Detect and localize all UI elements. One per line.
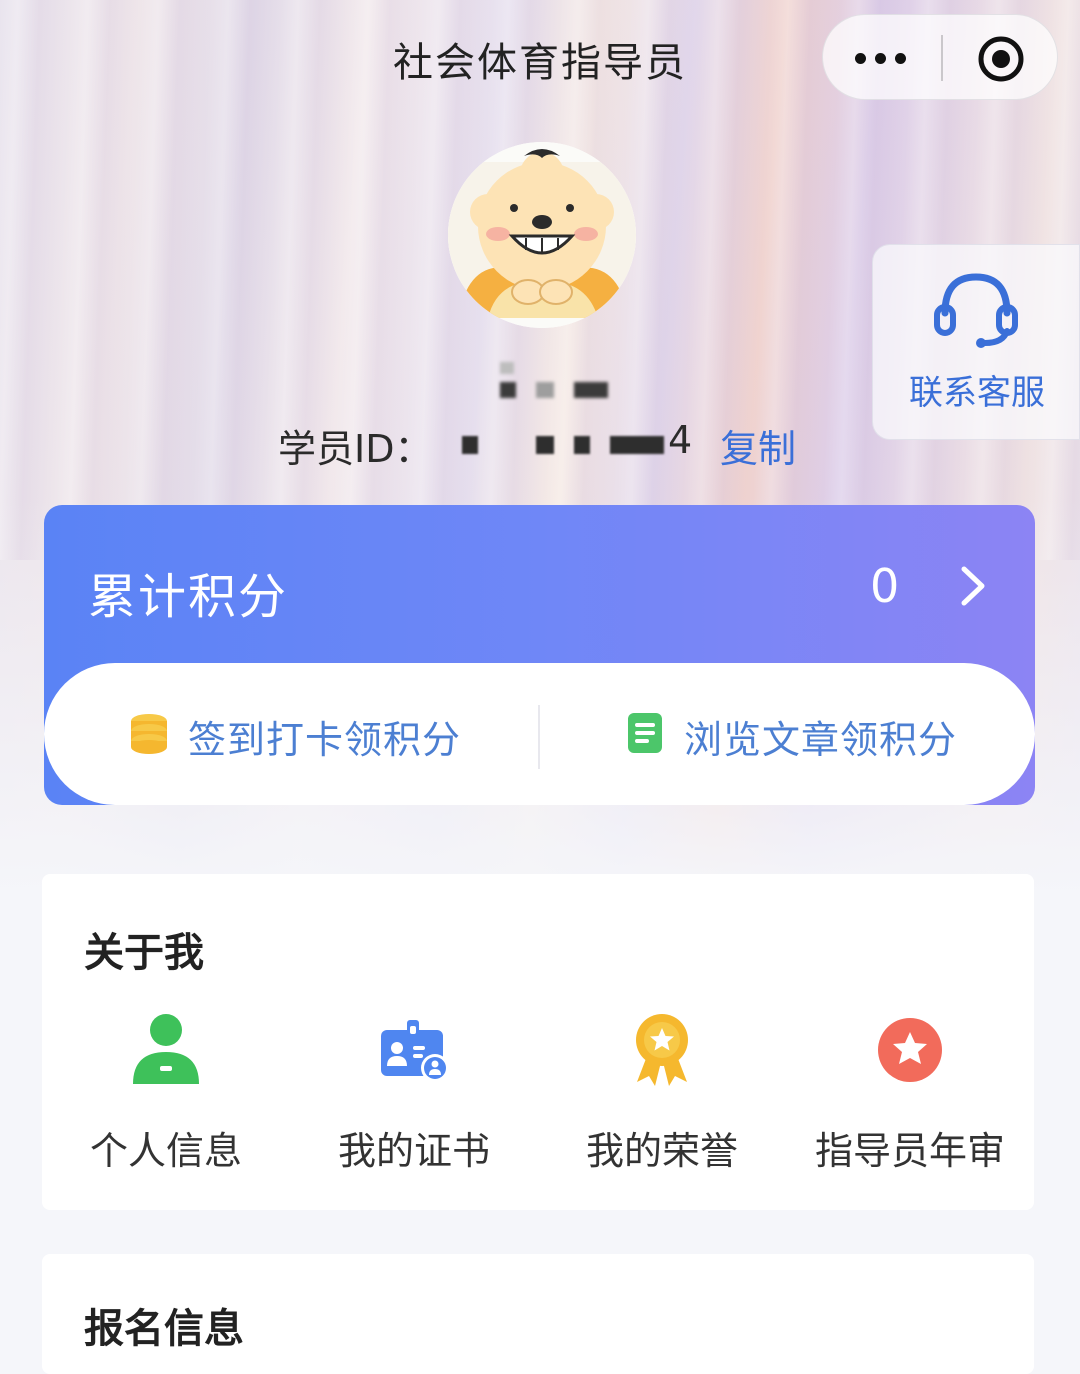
points-actions: 签到打卡领积分 浏览文章领积分 bbox=[44, 663, 1035, 805]
points-label: 累计积分 bbox=[88, 569, 289, 625]
checkin-points-button[interactable]: 签到打卡领积分 bbox=[128, 703, 468, 763]
annual-review-item[interactable]: 指导员年审 bbox=[786, 1012, 1034, 1173]
student-id-visible-digit: 4 bbox=[668, 418, 693, 462]
points-value[interactable]: 0 bbox=[870, 559, 899, 613]
customer-service-label: 联系客服 bbox=[909, 373, 1045, 413]
username-masked bbox=[500, 360, 620, 400]
medal-icon bbox=[636, 1014, 688, 1086]
person-icon bbox=[133, 1014, 199, 1084]
student-id-line: 学员ID： 4 复制 bbox=[278, 418, 818, 471]
personal-info-label: 个人信息 bbox=[89, 1129, 242, 1173]
capsule-divider bbox=[941, 35, 943, 81]
copy-button[interactable]: 复制 bbox=[720, 418, 796, 473]
about-me-card: 关于我 个人信息 我的证书 我的荣誉 指导员年审 bbox=[42, 874, 1034, 1210]
avatar[interactable] bbox=[448, 142, 636, 328]
student-id-masked-3 bbox=[574, 436, 590, 454]
my-honors-label: 我的荣誉 bbox=[585, 1129, 738, 1173]
signup-info-heading: 报名信息 bbox=[84, 1306, 244, 1352]
student-id-masked bbox=[462, 436, 478, 454]
points-card: 累计积分 0 签到打卡领积分 浏览文章领积分 bbox=[44, 505, 1035, 805]
student-id-masked-2 bbox=[536, 436, 554, 454]
article-points-label: 浏览文章领积分 bbox=[684, 718, 958, 762]
target-circle-icon[interactable] bbox=[977, 35, 1025, 83]
actions-divider bbox=[538, 705, 540, 769]
my-honors-item[interactable]: 我的荣誉 bbox=[538, 1012, 786, 1173]
student-id-label: 学员ID： bbox=[278, 427, 433, 471]
annual-review-label: 指导员年审 bbox=[814, 1129, 1005, 1173]
headset-icon bbox=[934, 273, 1018, 348]
my-certificate-item[interactable]: 我的证书 bbox=[290, 1012, 538, 1173]
customer-service-button[interactable]: 联系客服 bbox=[872, 244, 1080, 440]
chevron-right-icon[interactable] bbox=[954, 563, 990, 609]
coin-stack-icon bbox=[131, 714, 167, 754]
checkin-points-label: 签到打卡领积分 bbox=[188, 718, 462, 762]
star-badge-icon bbox=[878, 1018, 942, 1082]
signup-info-card: 报名信息 bbox=[42, 1254, 1034, 1374]
personal-info-item[interactable]: 个人信息 bbox=[42, 1012, 290, 1173]
more-dots-icon[interactable] bbox=[853, 37, 913, 77]
mini-program-capsule bbox=[822, 14, 1058, 100]
about-me-heading: 关于我 bbox=[84, 930, 204, 976]
student-id-masked-4 bbox=[610, 436, 664, 454]
my-certificate-label: 我的证书 bbox=[337, 1129, 490, 1173]
document-icon bbox=[628, 713, 662, 753]
id-card-icon bbox=[381, 1020, 449, 1082]
cartoon-sheep-avatar bbox=[448, 142, 636, 328]
article-points-button[interactable]: 浏览文章领积分 bbox=[624, 703, 964, 763]
